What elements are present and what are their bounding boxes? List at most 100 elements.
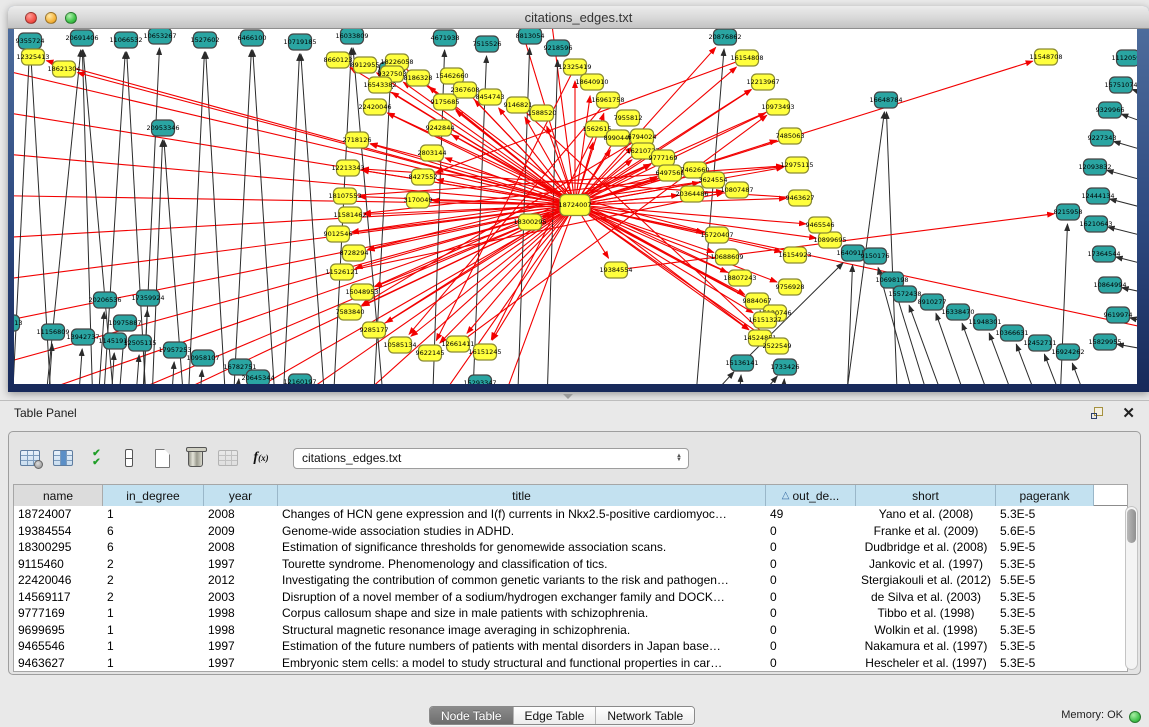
graph-node[interactable]: 20206536	[88, 292, 121, 308]
graph-node[interactable]: 11581462	[333, 207, 366, 223]
table-select[interactable]: citations_edges.txt ▲▼	[293, 448, 689, 469]
graph-node[interactable]: 10585134	[383, 337, 416, 353]
graph-node[interactable]: 8186328	[404, 70, 433, 86]
graph-node[interactable]: 17359924	[131, 290, 164, 306]
graph-node[interactable]: 9218596	[544, 40, 573, 56]
citation-edge[interactable]	[370, 82, 390, 384]
graph-node[interactable]: 10719185	[283, 34, 316, 50]
citation-edge[interactable]	[232, 379, 239, 384]
graph-node[interactable]: 7955812	[614, 110, 643, 126]
graph-node[interactable]: 12975115	[780, 157, 813, 173]
network-canvas[interactable]: 9355724206914061106653210653267152760264…	[14, 29, 1137, 384]
table-mode-button[interactable]	[15, 442, 45, 474]
graph-node[interactable]: 12213967	[746, 74, 779, 90]
citation-edge[interactable]	[140, 48, 159, 384]
table-scrollbar-thumb[interactable]	[1127, 509, 1136, 543]
table-row[interactable]: 1938455462009Genome-wide association stu…	[14, 523, 1127, 540]
graph-node[interactable]: 9329966	[1096, 102, 1125, 118]
graph-node[interactable]: 16033809	[335, 29, 368, 44]
column-header-out_de[interactable]: △out_de...	[766, 485, 856, 506]
graph-node[interactable]: 13942737	[66, 329, 99, 345]
graph-node[interactable]: 10807487	[720, 182, 753, 198]
table-row[interactable]: 969969511998Structural magnetic resonanc…	[14, 622, 1127, 639]
graph-node[interactable]: 9227343	[1088, 130, 1117, 146]
citation-edge[interactable]	[1108, 227, 1137, 240]
column-header-short[interactable]: short	[856, 485, 996, 506]
citation-edge[interactable]	[1107, 170, 1137, 185]
graph-node[interactable]: 15293347	[463, 375, 496, 384]
graph-node[interactable]: 7485063	[776, 128, 805, 144]
graph-node[interactable]: 9355724	[16, 33, 45, 49]
graph-node[interactable]: 18621304	[47, 61, 80, 77]
graph-node[interactable]: 8427552	[409, 169, 438, 185]
graph-node[interactable]: 1733426	[771, 359, 800, 375]
citation-edge[interactable]	[196, 370, 202, 384]
graph-node[interactable]: 20364486	[675, 186, 708, 202]
graph-node[interactable]: 9622145	[416, 345, 445, 361]
citation-edge[interactable]	[280, 54, 299, 384]
graph-node[interactable]: 8215958	[1054, 204, 1083, 220]
graph-node[interactable]: 8728294	[340, 245, 369, 261]
panel-splitter-handle[interactable]	[563, 394, 573, 399]
graph-node[interactable]: 12444134	[1081, 188, 1114, 204]
graph-node[interactable]: 15720407	[700, 227, 733, 243]
citation-edge[interactable]	[168, 362, 174, 384]
graph-node[interactable]: 19384554	[599, 262, 632, 278]
graph-node[interactable]: 9777169	[649, 150, 678, 166]
graph-node[interactable]: 8912955	[351, 57, 380, 73]
graph-node[interactable]: 20691406	[65, 30, 98, 46]
table-row[interactable]: 946362711997Embryonic stem cells: a mode…	[14, 655, 1127, 672]
graph-node[interactable]: 10864994	[1093, 277, 1126, 293]
function-builder-button[interactable]: f(x)	[246, 442, 276, 474]
graph-node[interactable]: 9619974	[1104, 307, 1133, 323]
graph-node-hub[interactable]: 18724007	[558, 195, 591, 216]
float-panel-icon[interactable]	[1091, 407, 1105, 421]
graph-node[interactable]: 15136141	[725, 355, 758, 371]
table-row[interactable]: 1830029562008Estimation of significance …	[14, 539, 1127, 556]
graph-node[interactable]: 9756928	[776, 279, 805, 295]
table-row[interactable]: 1872400712008Changes of HCN gene express…	[14, 506, 1127, 523]
citation-edge[interactable]	[230, 50, 251, 384]
citation-edge-selected[interactable]	[14, 60, 575, 205]
graph-node[interactable]: 22420046	[358, 99, 391, 115]
graph-node[interactable]: 11066532	[109, 32, 142, 48]
column-header-title[interactable]: title	[278, 485, 766, 506]
graph-node[interactable]: 9150176	[861, 248, 890, 264]
table-row[interactable]: 946554611997Estimation of the future num…	[14, 638, 1127, 655]
citation-edge[interactable]	[700, 376, 777, 384]
citation-edge[interactable]	[655, 372, 734, 384]
citation-edge[interactable]	[95, 312, 104, 384]
delete-column-button[interactable]	[180, 442, 210, 474]
citation-edge[interactable]	[845, 265, 853, 384]
graph-node[interactable]: 9175685	[431, 94, 460, 110]
citation-edge[interactable]	[735, 375, 741, 384]
graph-node[interactable]: 7583840	[336, 304, 365, 320]
graph-node[interactable]: 3170049	[404, 192, 433, 208]
table-row[interactable]: 2242004622012Investigating the contribut…	[14, 572, 1127, 589]
citation-edge[interactable]	[1114, 141, 1137, 155]
select-columns-button[interactable]: ✔✔	[81, 442, 111, 474]
citation-edge-selected[interactable]	[14, 195, 575, 205]
graph-node[interactable]: 9012546	[324, 226, 353, 242]
graph-node[interactable]: 10975887	[108, 315, 141, 331]
column-header-year[interactable]: year	[204, 485, 278, 506]
citation-edge[interactable]	[206, 52, 230, 384]
graph-node[interactable]: 10899695	[813, 232, 846, 248]
citation-edge[interactable]	[780, 379, 784, 384]
delete-table-button[interactable]	[213, 442, 243, 474]
citation-edge[interactable]	[1121, 114, 1137, 128]
graph-node[interactable]: 20953346	[146, 120, 179, 136]
citation-edge[interactable]	[1072, 363, 1115, 384]
graph-node[interactable]: 12325413	[16, 49, 49, 65]
graph-node[interactable]: 20876862	[708, 29, 741, 45]
table-row[interactable]: 1456911722003Disruption of a novel membe…	[14, 589, 1127, 606]
graph-node[interactable]: 9463627	[786, 190, 815, 206]
new-column-button[interactable]	[147, 442, 177, 474]
row-height-button[interactable]	[114, 442, 144, 474]
graph-node[interactable]: 16154808	[730, 50, 763, 66]
graph-node[interactable]: 11156809	[36, 324, 69, 340]
citation-edge[interactable]	[1132, 89, 1137, 100]
graph-node[interactable]: 15829955	[1088, 334, 1121, 350]
graph-node[interactable]: 16961758	[591, 92, 624, 108]
graph-node[interactable]: 12093832	[1078, 159, 1111, 175]
